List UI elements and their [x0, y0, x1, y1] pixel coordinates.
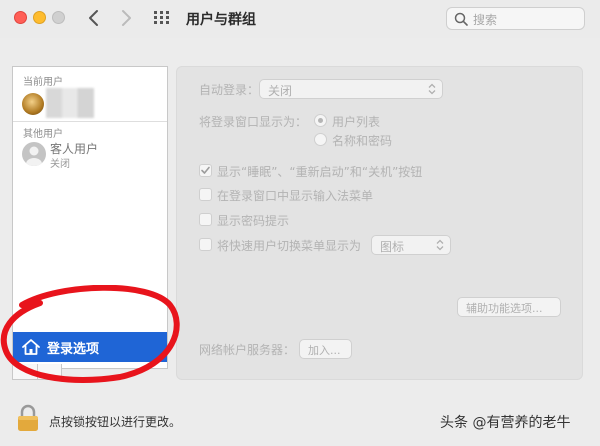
- checkbox-show-power-buttons-label: 显示“睡眠”、“重新启动”和“关机”按钮: [217, 165, 423, 179]
- checkmark-icon: [201, 166, 210, 174]
- auto-login-label: 自动登录：: [199, 83, 260, 97]
- fast-switch-style-value: 图标: [380, 240, 405, 254]
- forward-icon[interactable]: [116, 6, 136, 30]
- minimize-window-button[interactable]: [33, 11, 46, 24]
- current-user-name-blurred[interactable]: [46, 88, 94, 118]
- house-icon: [22, 339, 40, 355]
- window-title: 用户与群组: [186, 12, 256, 28]
- show-all-grid-icon[interactable]: [154, 11, 170, 25]
- checkbox-fast-user-switch[interactable]: [199, 238, 212, 251]
- current-user-avatar[interactable]: [22, 93, 44, 115]
- title-bar: 用户与群组 搜索: [0, 0, 600, 38]
- join-network-button[interactable]: 加入...: [299, 339, 352, 359]
- checkbox-input-menu[interactable]: [199, 188, 212, 201]
- guest-user-avatar[interactable]: [22, 142, 46, 166]
- checkbox-show-power-buttons[interactable]: [199, 164, 212, 177]
- login-options-panel: 自动登录： 关闭 将登录窗口显示为： 用户列表 名称和密码 显示“睡眠”、“重新…: [176, 66, 583, 380]
- guest-user-status: 关闭: [50, 159, 70, 170]
- current-users-label: 当前用户: [23, 77, 63, 88]
- checkbox-input-menu-label: 在登录窗口中显示输入法菜单: [217, 189, 374, 203]
- chevron-updown-icon: [428, 83, 436, 95]
- person-icon: [26, 146, 42, 166]
- checkbox-password-hints-label: 显示密码提示: [217, 214, 290, 228]
- sidebar-divider: [13, 121, 167, 122]
- radio-user-list[interactable]: [314, 114, 327, 127]
- user-list: 当前用户 其他用户 客人用户 关闭 登录选项: [12, 66, 168, 369]
- auto-login-value: 关闭: [268, 84, 293, 98]
- network-server-label: 网络帐户服务器：: [199, 343, 296, 357]
- lock-instruction: 点按锁按钮以进行更改。: [49, 415, 182, 429]
- sidebar-item-login-options[interactable]: 登录选项: [13, 332, 167, 362]
- lock-icon[interactable]: [17, 404, 39, 432]
- login-options-label: 登录选项: [47, 342, 100, 357]
- zoom-window-button[interactable]: [52, 11, 65, 24]
- checkbox-password-hints[interactable]: [199, 213, 212, 226]
- auto-login-popup[interactable]: 关闭: [259, 79, 443, 99]
- add-remove-user-bar: [12, 364, 62, 380]
- other-users-label: 其他用户: [23, 129, 63, 140]
- search-placeholder: 搜索: [473, 13, 498, 27]
- watermark: 头条 @有营养的老牛: [440, 415, 571, 431]
- radio-selected-dot: [318, 118, 323, 123]
- search-icon: [454, 12, 468, 26]
- close-window-button[interactable]: [14, 11, 27, 24]
- back-icon[interactable]: [84, 6, 104, 30]
- checkbox-fast-user-switch-label: 将快速用户切换菜单显示为: [217, 239, 362, 253]
- search-field[interactable]: 搜索: [446, 7, 585, 30]
- radio-name-password[interactable]: [314, 133, 327, 146]
- chevron-updown-icon: [436, 239, 444, 251]
- fast-switch-style-popup[interactable]: 图标: [371, 235, 451, 255]
- radio-name-password-label: 名称和密码: [332, 134, 393, 148]
- display-login-window-label: 将登录窗口显示为：: [199, 115, 308, 129]
- accessibility-options-button[interactable]: 辅助功能选项...: [457, 297, 561, 317]
- add-remove-separator: [37, 364, 38, 379]
- radio-user-list-label: 用户列表: [332, 115, 381, 129]
